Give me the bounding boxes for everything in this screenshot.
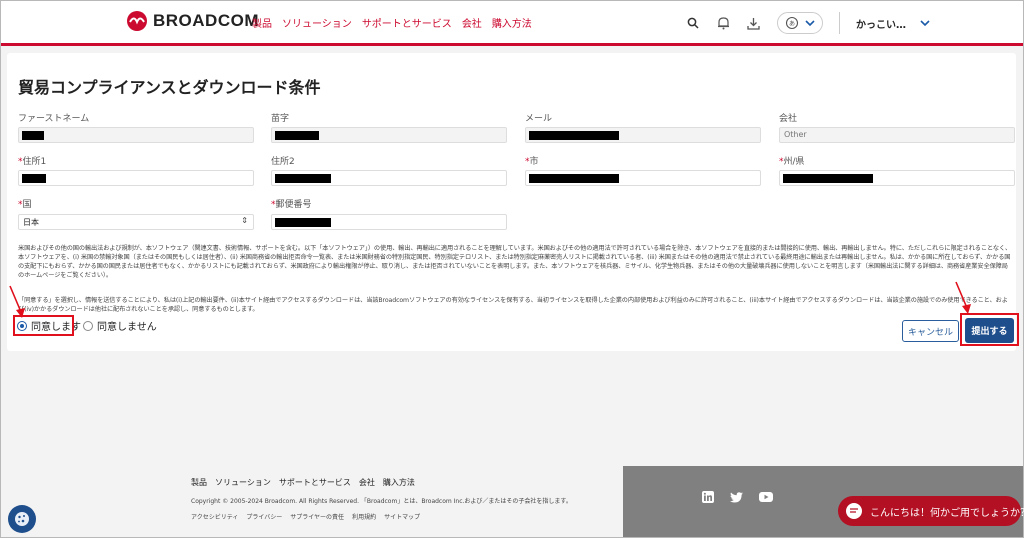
first-name-label: ファーストネーム [18, 114, 90, 124]
chevron-down-icon [920, 20, 930, 27]
redacted-value [22, 174, 46, 183]
main-nav: 製品 ソリューション サポートとサービス 会社 購入方法 [252, 15, 532, 30]
company-field[interactable]: Other [779, 127, 1015, 143]
chat-label: こんにちは！何かご用でしょうか？ [870, 507, 1024, 519]
nav-item-how-to-buy[interactable]: 購入方法 [492, 15, 532, 30]
brand-name: BROADCOM [153, 11, 259, 30]
youtube-icon[interactable] [759, 492, 773, 502]
export-compliance-text: 米国およびその他の国の輸出法および規制が、本ソフトウェア（関連文書、技術情報、サ… [18, 245, 1012, 279]
address2-label: 住所2 [271, 157, 295, 167]
copyright-text: Copyright © 2005-2024 Broadcom. All Righ… [191, 498, 572, 505]
footer-nav-item[interactable]: サポートとサービス [279, 477, 351, 488]
redacted-value [529, 131, 619, 140]
select-arrows-icon: ⇕ [241, 216, 248, 225]
broadcom-logo-mark-icon [127, 11, 147, 31]
annotation-arrow-icon [955, 281, 971, 314]
header-actions: あ かっこい… [683, 12, 930, 34]
twitter-icon[interactable] [730, 491, 743, 503]
footer-nav-item[interactable]: 製品 [191, 477, 207, 488]
city-field[interactable] [525, 170, 761, 186]
linkedin-icon[interactable] [702, 491, 714, 503]
city-label: *市 [525, 157, 539, 167]
chevron-down-icon [805, 20, 815, 27]
state-label: *州/県 [779, 157, 805, 167]
disagree-radio[interactable] [83, 320, 93, 331]
country-value: 日本 [23, 218, 39, 227]
nav-item-solutions[interactable]: ソリューション [282, 15, 352, 30]
broadcom-logo[interactable]: BROADCOM [127, 11, 259, 31]
country-select[interactable]: 日本 ⇕ [18, 214, 254, 230]
header-divider [839, 12, 840, 34]
chat-widget-button[interactable]: こんにちは！何かご用でしょうか？ [838, 496, 1024, 526]
footer-nav-item[interactable]: 購入方法 [383, 477, 415, 488]
redacted-value [22, 131, 44, 140]
disagree-label: 同意しません [97, 322, 157, 333]
postal-code-field[interactable] [271, 214, 507, 230]
email-field[interactable] [525, 127, 761, 143]
cancel-button[interactable]: キャンセル [902, 320, 959, 342]
chat-bubble-icon [846, 503, 862, 519]
company-placeholder: Other [784, 130, 807, 139]
footer-nav-item[interactable]: ソリューション [215, 477, 271, 488]
redacted-value [783, 174, 873, 183]
redacted-value [529, 174, 619, 183]
page-title: 貿易コンプライアンスとダウンロード条件 [18, 78, 321, 97]
footer-link[interactable]: サイトマップ [384, 512, 420, 521]
footer-link[interactable]: 利用規約 [352, 512, 376, 521]
download-icon[interactable] [743, 13, 763, 33]
address1-field[interactable] [18, 170, 254, 186]
redacted-value [275, 174, 331, 183]
last-name-field[interactable] [271, 127, 507, 143]
svg-text:あ: あ [789, 21, 795, 28]
address1-label: *住所1 [18, 157, 47, 167]
postal-code-label: *郵便番号 [271, 200, 312, 210]
agreement-text: 「同意する」を選択し、情報を送信することにより、私は(i)上記の輸出要件、(ii… [18, 297, 1008, 313]
site-header: BROADCOM 製品 ソリューション サポートとサービス 会社 購入方法 あ … [1, 1, 1023, 43]
annotation-arrow-icon [9, 285, 25, 318]
last-name-label: 苗字 [271, 114, 290, 124]
state-field[interactable] [779, 170, 1015, 186]
language-selector[interactable]: あ [777, 12, 823, 34]
first-name-field[interactable] [18, 127, 254, 143]
footer-link[interactable]: プライバシー [246, 512, 282, 521]
footer-nav-item[interactable]: 会社 [359, 477, 375, 488]
nav-item-company[interactable]: 会社 [462, 15, 482, 30]
disagree-radio-option[interactable]: 同意しません [83, 318, 157, 333]
company-label: 会社 [779, 114, 798, 124]
address2-field[interactable] [271, 170, 507, 186]
submit-highlight-box [960, 313, 1019, 346]
country-label: *国 [18, 200, 32, 210]
language-icon: あ [785, 16, 799, 30]
bell-icon[interactable] [713, 13, 733, 33]
social-links [702, 491, 773, 503]
user-menu[interactable]: かっこい… [856, 16, 930, 31]
footer-link[interactable]: アクセシビリティ [191, 512, 238, 521]
cookie-icon [15, 512, 29, 526]
user-name: かっこい… [856, 19, 906, 31]
email-label: メール [525, 114, 553, 124]
cookie-settings-button[interactable] [8, 505, 36, 533]
redacted-value [275, 131, 319, 140]
search-icon[interactable] [683, 13, 703, 33]
footer-link[interactable]: サプライヤーの責任 [290, 512, 344, 521]
redacted-value [275, 218, 331, 227]
nav-item-products[interactable]: 製品 [252, 15, 272, 30]
footer-nav: 製品 ソリューション サポートとサービス 会社 購入方法 [191, 477, 415, 488]
nav-item-support[interactable]: サポートとサービス [362, 15, 452, 30]
footer-links: アクセシビリティ プライバシー サプライヤーの責任 利用規約 サイトマップ [191, 512, 420, 521]
